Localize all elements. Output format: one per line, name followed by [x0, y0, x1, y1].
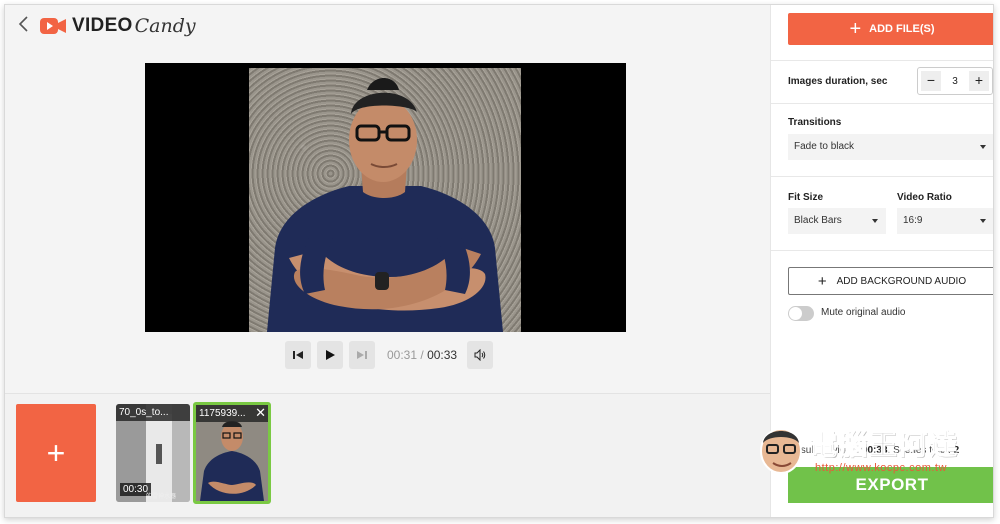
chevron-left-icon[interactable]: [15, 14, 33, 34]
close-icon[interactable]: ✕: [255, 406, 266, 420]
logo-text-video: VIDEO: [72, 15, 133, 36]
watermark-url: http://www.kocpc.com.tw: [815, 462, 947, 474]
plus-icon: +: [817, 272, 827, 290]
divider: [771, 60, 993, 61]
add-clip-button[interactable]: +: [16, 404, 96, 502]
skip-back-button[interactable]: [285, 341, 311, 369]
play-icon: [326, 350, 335, 360]
video-preview[interactable]: [145, 63, 626, 332]
increment-button[interactable]: +: [969, 71, 989, 91]
clip-title: 70_0s_to...: [116, 404, 190, 421]
skip-back-icon: [293, 351, 303, 359]
logo-text-candy: Candy: [134, 15, 196, 37]
fit-size-label: Fit Size: [788, 192, 824, 203]
images-duration-stepper: − 3 +: [917, 67, 993, 95]
clip-timeline: + 70_0s_to... 00:30 的雷神水器 1175939... ✕: [5, 393, 770, 517]
decrement-button[interactable]: −: [921, 71, 941, 91]
playback-controls: 00:31 / 00:33: [285, 341, 499, 369]
plus-icon: +: [849, 18, 862, 40]
transitions-value: Fade to black: [794, 141, 855, 152]
divider: [771, 176, 993, 177]
transitions-label: Transitions: [788, 117, 842, 128]
mascot-icon: [760, 428, 802, 474]
total-duration: 00:33: [427, 348, 458, 362]
time-separator: /: [420, 348, 424, 362]
volume-icon: [474, 349, 486, 361]
divider: [771, 250, 993, 251]
video-ratio-select[interactable]: 16:9: [897, 208, 993, 234]
add-background-audio-button[interactable]: + ADD BACKGROUND AUDIO: [788, 267, 993, 295]
current-time: 00:31: [387, 348, 418, 362]
video-ratio-label: Video Ratio: [897, 192, 952, 203]
video-ratio-value: 16:9: [903, 215, 923, 226]
caret-down-icon: [980, 145, 986, 149]
add-files-button[interactable]: + ADD FILE(S): [788, 13, 993, 45]
app-window: VIDEO Candy 00:31 / 00:33 + 70_0s_to... …: [4, 4, 994, 518]
images-duration-value[interactable]: 3: [944, 76, 966, 87]
caret-down-icon: [872, 219, 878, 223]
preview-image: [249, 68, 521, 332]
skip-forward-button[interactable]: [349, 341, 375, 369]
videocandy-logo[interactable]: VIDEO Candy: [39, 13, 196, 39]
caret-down-icon: [980, 219, 986, 223]
play-button[interactable]: [317, 341, 343, 369]
skip-forward-icon: [357, 351, 367, 359]
timeline-clip[interactable]: 70_0s_to... 00:30 的雷神水器: [116, 404, 190, 502]
images-duration-label: Images duration, sec: [788, 76, 888, 87]
watermark: 電腦王阿達 http://www.kocpc.com.tw: [757, 421, 977, 479]
add-files-label: ADD FILE(S): [869, 23, 935, 35]
divider: [771, 103, 993, 104]
volume-button[interactable]: [467, 341, 494, 369]
video-camera-icon: [40, 18, 66, 34]
mute-audio-label: Mute original audio: [821, 307, 906, 318]
transitions-select[interactable]: Fade to black: [788, 134, 993, 160]
fit-size-select[interactable]: Black Bars: [788, 208, 886, 234]
time-display: 00:31 / 00:33: [387, 348, 457, 362]
add-background-audio-label: ADD BACKGROUND AUDIO: [836, 275, 967, 287]
person-photo: [267, 78, 503, 332]
timeline-clip-selected[interactable]: 1175939... ✕: [193, 402, 271, 504]
mute-audio-toggle[interactable]: [788, 306, 814, 321]
clip-subtitle: 的雷神水器: [146, 494, 177, 500]
fit-size-value: Black Bars: [794, 215, 842, 226]
watermark-title: 電腦王阿達: [808, 429, 960, 461]
